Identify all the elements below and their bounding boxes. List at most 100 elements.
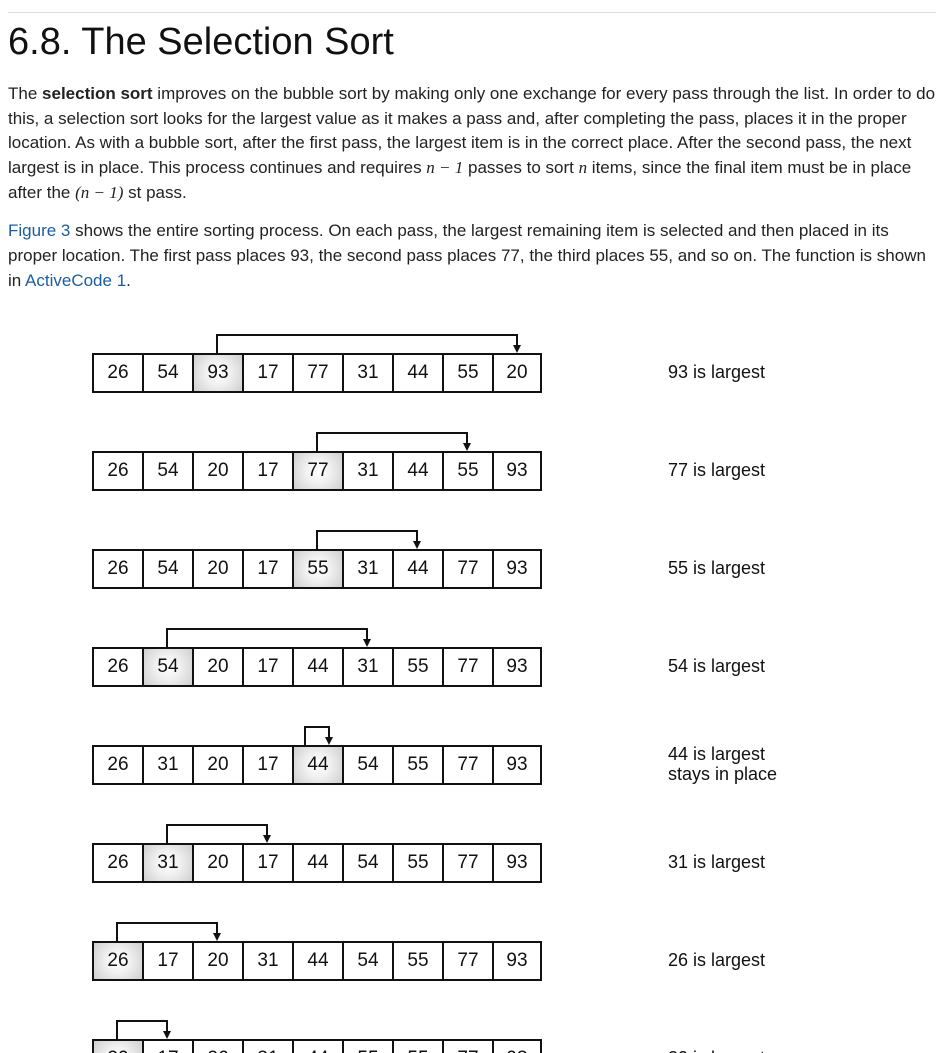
array-cell: 77 bbox=[442, 647, 492, 687]
array-cell: 93 bbox=[192, 353, 242, 393]
array-cell: 55 bbox=[342, 1039, 392, 1053]
text: shows the entire sorting process. On eac… bbox=[8, 221, 926, 289]
array-cell: 77 bbox=[442, 941, 492, 981]
swap-arrow-icon bbox=[92, 709, 612, 745]
array-cell: 20 bbox=[192, 549, 242, 589]
pass-label: 31 is largest bbox=[668, 843, 765, 883]
math-n-minus-1: n − 1 bbox=[426, 158, 463, 177]
swap-arrow-icon bbox=[92, 513, 612, 549]
array-cell: 44 bbox=[392, 549, 442, 589]
swap-arrow-icon bbox=[92, 905, 612, 941]
array-cell: 44 bbox=[392, 353, 442, 393]
array-cell: 93 bbox=[492, 745, 542, 785]
swap-arrow-icon bbox=[92, 317, 612, 353]
array-boxes: 265420174431557793 bbox=[92, 647, 542, 687]
array-cell: 31 bbox=[142, 843, 192, 883]
pass-label: 26 is largest bbox=[668, 941, 765, 981]
array-cell: 55 bbox=[442, 353, 492, 393]
array-boxes: 265493177731445520 bbox=[92, 353, 542, 393]
text: The bbox=[8, 84, 42, 103]
sort-pass-row: 265493177731445520 93 is largest bbox=[92, 317, 852, 415]
array-cell: 17 bbox=[242, 353, 292, 393]
array-cell: 26 bbox=[92, 451, 142, 491]
array-cell: 44 bbox=[292, 843, 342, 883]
array-cell: 31 bbox=[142, 745, 192, 785]
array-cell: 26 bbox=[92, 549, 142, 589]
sort-pass-row: 265420177731445593 77 is largest bbox=[92, 415, 852, 513]
array-cell: 54 bbox=[142, 451, 192, 491]
array-boxes: 201726314455557793 bbox=[92, 1039, 542, 1053]
array-cell: 93 bbox=[492, 1039, 542, 1053]
array-cell: 26 bbox=[92, 843, 142, 883]
array-cell: 77 bbox=[442, 745, 492, 785]
sort-pass-row: 263120174454557793 31 is largest bbox=[92, 807, 852, 905]
array-cell: 31 bbox=[242, 941, 292, 981]
intro-paragraph-1: The selection sort improves on the bubbl… bbox=[8, 82, 936, 205]
array-cell: 55 bbox=[442, 451, 492, 491]
swap-arrow-icon bbox=[92, 611, 612, 647]
array-cell: 20 bbox=[192, 647, 242, 687]
array-cell: 20 bbox=[192, 451, 242, 491]
array-cell: 17 bbox=[242, 451, 292, 491]
array-cell: 17 bbox=[242, 745, 292, 785]
array-cell: 93 bbox=[492, 941, 542, 981]
array-cell: 31 bbox=[342, 451, 392, 491]
sort-pass-row: 26542017443155779354 is largest bbox=[92, 611, 852, 709]
array-cell: 77 bbox=[442, 549, 492, 589]
array-cell: 77 bbox=[442, 1039, 492, 1053]
pass-label: 44 is largest stays in place bbox=[668, 745, 777, 785]
array-cell: 26 bbox=[92, 647, 142, 687]
array-cell: 54 bbox=[342, 941, 392, 981]
array-cell: 77 bbox=[442, 843, 492, 883]
swap-arrow-icon bbox=[92, 415, 612, 451]
activecode-1-link[interactable]: ActiveCode 1 bbox=[25, 271, 126, 290]
array-cell: 17 bbox=[242, 843, 292, 883]
array-cell: 54 bbox=[142, 353, 192, 393]
array-cell: 44 bbox=[392, 451, 442, 491]
array-cell: 31 bbox=[342, 549, 392, 589]
array-cell: 77 bbox=[292, 451, 342, 491]
array-cell: 17 bbox=[142, 941, 192, 981]
text: . bbox=[126, 271, 131, 290]
array-boxes: 265420177731445593 bbox=[92, 451, 542, 491]
swap-arrow-icon bbox=[92, 1003, 612, 1039]
array-cell: 93 bbox=[492, 451, 542, 491]
text: st pass. bbox=[123, 183, 186, 202]
figure-3-link[interactable]: Figure 3 bbox=[8, 221, 70, 240]
array-cell: 20 bbox=[192, 941, 242, 981]
pass-label: 93 is largest bbox=[668, 353, 765, 393]
array-cell: 55 bbox=[392, 941, 442, 981]
intro-paragraph-2: Figure 3 shows the entire sorting proces… bbox=[8, 219, 936, 293]
array-cell: 31 bbox=[342, 647, 392, 687]
array-cell: 17 bbox=[242, 549, 292, 589]
array-boxes: 263120174454557793 bbox=[92, 843, 542, 883]
array-cell: 17 bbox=[142, 1039, 192, 1053]
array-cell: 44 bbox=[292, 941, 342, 981]
array-cell: 54 bbox=[142, 647, 192, 687]
page-title: 6.8. The Selection Sort bbox=[8, 12, 936, 70]
array-cell: 77 bbox=[292, 353, 342, 393]
array-cell: 54 bbox=[342, 843, 392, 883]
math-n-minus-1-paren: (n − 1) bbox=[75, 183, 123, 202]
array-boxes: 261720314454557793 bbox=[92, 941, 542, 981]
array-boxes: 263120174454557793 bbox=[92, 745, 542, 785]
array-cell: 20 bbox=[192, 843, 242, 883]
array-cell: 44 bbox=[292, 1039, 342, 1053]
sort-pass-row: 263120174454557793 44 is largest stays in… bbox=[92, 709, 852, 807]
array-cell: 55 bbox=[292, 549, 342, 589]
array-cell: 26 bbox=[92, 745, 142, 785]
array-cell: 55 bbox=[392, 1039, 442, 1053]
array-boxes: 265420175531447793 bbox=[92, 549, 542, 589]
array-cell: 20 bbox=[92, 1039, 142, 1053]
array-cell: 93 bbox=[492, 549, 542, 589]
sort-pass-row: 261720314454557793 26 is largest bbox=[92, 905, 852, 1003]
array-cell: 54 bbox=[342, 745, 392, 785]
array-cell: 55 bbox=[392, 745, 442, 785]
array-cell: 44 bbox=[292, 745, 342, 785]
array-cell: 20 bbox=[492, 353, 542, 393]
sort-pass-row: 26542017553144779355 is largest bbox=[92, 513, 852, 611]
array-cell: 26 bbox=[192, 1039, 242, 1053]
pass-label: 77 is largest bbox=[668, 451, 765, 491]
array-cell: 31 bbox=[342, 353, 392, 393]
math-n: n bbox=[579, 158, 588, 177]
